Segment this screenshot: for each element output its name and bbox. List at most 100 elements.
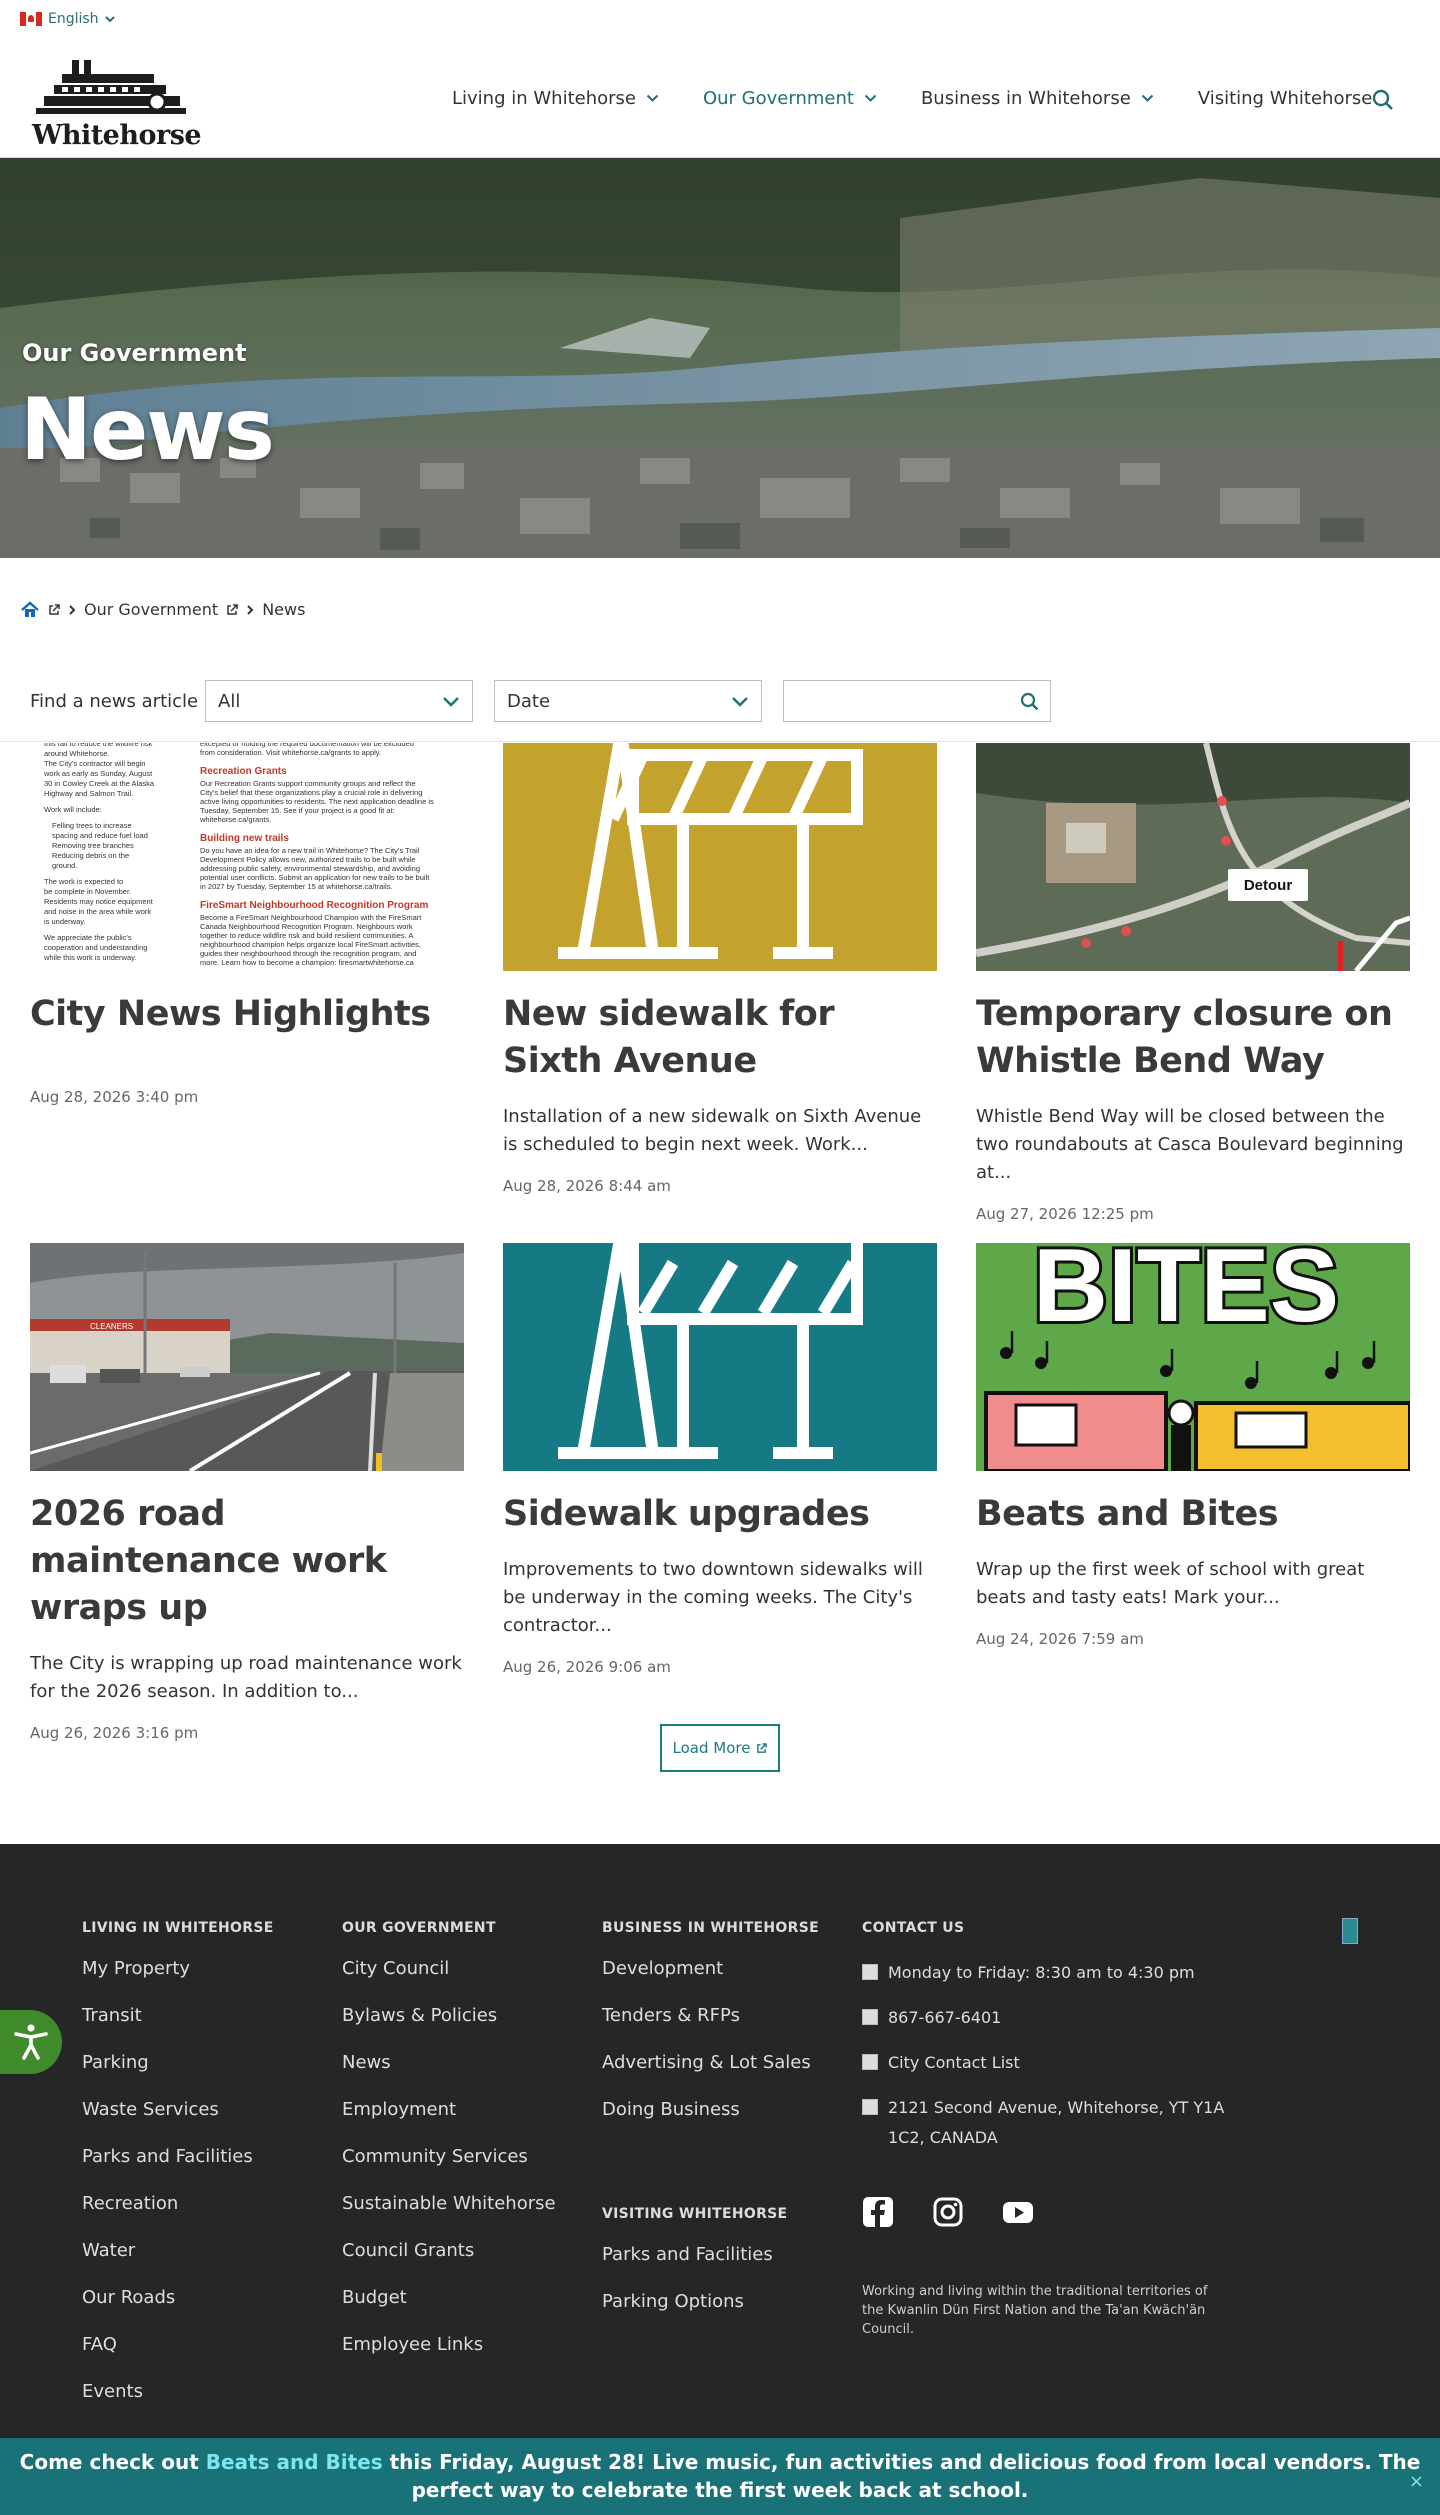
- footer-link[interactable]: Doing Business: [602, 2099, 819, 2146]
- footer-link[interactable]: Transit: [82, 2005, 274, 2052]
- chevron-down-icon: [646, 94, 659, 102]
- list-icon: [862, 2054, 878, 2070]
- footer-link[interactable]: Waste Services: [82, 2099, 274, 2146]
- footer-link[interactable]: Community Services: [342, 2146, 556, 2193]
- news-card[interactable]: CLEANERS 2026 road maintenance work wrap…: [30, 1243, 464, 1742]
- newsletter-line: and noise in the area while work: [44, 907, 151, 916]
- footer-col-visiting: VISITING WHITEHORSE Parks and Facilities…: [602, 2206, 787, 2338]
- footer-link[interactable]: Our Roads: [82, 2287, 274, 2334]
- date-select[interactable]: Date: [494, 680, 762, 722]
- footer-link[interactable]: Sustainable Whitehorse: [342, 2193, 556, 2240]
- news-card-title[interactable]: City News Highlights: [30, 991, 464, 1038]
- footer-link[interactable]: Council Grants: [342, 2240, 556, 2287]
- nav-business[interactable]: Business in Whitehorse: [921, 88, 1154, 109]
- footer-link[interactable]: Parks and Facilities: [602, 2244, 787, 2291]
- map-thumbnail: Detour: [976, 743, 1410, 971]
- contact-address-text: 2121 Second Avenue, Whitehorse, YT Y1A 1…: [888, 2098, 1225, 2147]
- steamboat-logo-icon: [36, 60, 186, 114]
- newsletter-image: this fall to reduce the wildfire riskaro…: [43, 743, 434, 967]
- nav-living[interactable]: Living in Whitehorse: [452, 88, 659, 109]
- banner-link[interactable]: Beats and Bites: [206, 2450, 383, 2474]
- contact-list-text[interactable]: City Contact List: [888, 2048, 1020, 2078]
- accessibility-button[interactable]: [0, 2010, 62, 2074]
- search-icon[interactable]: [1020, 692, 1040, 712]
- clock-icon: [862, 1964, 878, 1980]
- footer-link[interactable]: Recreation: [82, 2193, 274, 2240]
- newsletter-line: Felling trees to increase: [52, 821, 132, 830]
- footer-link[interactable]: Budget: [342, 2287, 556, 2334]
- footer-link[interactable]: Parking Options: [602, 2291, 787, 2338]
- footer-contact: CONTACT US Monday to Friday: 8:30 am to …: [862, 1920, 1242, 2168]
- footer-col-government: OUR GOVERNMENT City Council Bylaws & Poli…: [342, 1920, 556, 2381]
- newsletter-line: neighbourhood champion helps organize lo…: [200, 940, 421, 949]
- footer-link[interactable]: Employment: [342, 2099, 556, 2146]
- news-card-date: Aug 28, 2026 8:44 am: [503, 1177, 671, 1195]
- external-link-icon: [757, 1742, 768, 1753]
- footer-col-business: BUSINESS IN WHITEHORSE Development Tender…: [602, 1920, 819, 2146]
- instagram-icon[interactable]: [932, 2196, 964, 2228]
- load-more-label: Load More: [672, 1739, 751, 1757]
- territory-acknowledgement: Working and living within the traditiona…: [862, 2284, 1208, 2337]
- footer-link[interactable]: Tenders & RFPs: [602, 2005, 819, 2052]
- search-icon[interactable]: [1372, 89, 1394, 111]
- newsletter-line: while this work is underway.: [43, 953, 136, 962]
- youtube-icon[interactable]: [1002, 2196, 1034, 2228]
- nav-visiting[interactable]: Visiting Whitehorse: [1198, 88, 1373, 109]
- footer-link[interactable]: Events: [82, 2381, 274, 2428]
- news-card[interactable]: New sidewalk for Sixth Avenue Installati…: [503, 743, 937, 1195]
- news-card-title[interactable]: 2026 road maintenance work wraps up: [30, 1491, 464, 1632]
- nav-business-label: Business in Whitehorse: [920, 88, 1131, 109]
- news-card[interactable]: Sidewalk upgrades Improvements to two do…: [503, 1243, 937, 1676]
- footer-link[interactable]: Parks and Facilities: [82, 2146, 274, 2193]
- news-card[interactable]: this fall to reduce the wildfire risk aro…: [30, 743, 464, 1106]
- nav-government[interactable]: Our Government: [703, 88, 877, 109]
- social-links: [862, 2196, 1034, 2228]
- footer-link[interactable]: Development: [602, 1958, 819, 2005]
- newsletter-line: ground.: [52, 861, 77, 870]
- newsletter-line: FireSmart Neighbourhood Recognition Prog…: [200, 900, 428, 911]
- newsletter-line: Become a FireSmart Neighbourhood Champio…: [200, 913, 422, 922]
- close-icon[interactable]: ×: [1409, 2468, 1424, 2496]
- chevron-right-icon: [69, 604, 76, 615]
- chevron-down-icon: [443, 697, 459, 707]
- news-card[interactable]: Detour Temporary closure on Whistle Bend…: [976, 743, 1410, 1223]
- newsletter-line: Building new trails: [200, 833, 289, 844]
- category-select[interactable]: All: [205, 680, 473, 722]
- banner-text-end: this Friday, August 28! Live music, fun …: [382, 2450, 1421, 2502]
- contact-phone[interactable]: 867-667-6401: [862, 2003, 1242, 2033]
- newsletter-line: whitehorse.ca/grants.: [199, 815, 271, 824]
- contact-list[interactable]: City Contact List: [862, 2048, 1242, 2078]
- breadcrumb-section[interactable]: Our Government: [84, 600, 218, 619]
- footer-link[interactable]: Water: [82, 2240, 274, 2287]
- news-card-title[interactable]: Temporary closure on Whistle Bend Way: [976, 991, 1410, 1085]
- footer-link[interactable]: City Council: [342, 1958, 556, 2005]
- news-card-title[interactable]: Sidewalk upgrades: [503, 1491, 937, 1538]
- facebook-icon[interactable]: [862, 2196, 894, 2228]
- language-selector[interactable]: English: [20, 11, 115, 27]
- footer-link[interactable]: My Property: [82, 1958, 274, 2005]
- footer-link[interactable]: News: [342, 2052, 556, 2099]
- footer-link[interactable]: Employee Links: [342, 2334, 556, 2381]
- newsletter-line: this fall to reduce the wildfire risk: [44, 743, 153, 748]
- poster-text: BITES: [1033, 1243, 1339, 1344]
- footer-link[interactable]: Advertising & Lot Sales: [602, 2052, 819, 2099]
- construction-thumbnail: [503, 1243, 937, 1471]
- news-card-title[interactable]: New sidewalk for Sixth Avenue: [503, 991, 937, 1085]
- site-logo[interactable]: Whitehorse: [32, 58, 202, 151]
- news-search-input[interactable]: [783, 680, 1051, 722]
- location-icon: [862, 2099, 878, 2115]
- contact-phone-text[interactable]: 867-667-6401: [888, 2003, 1001, 2033]
- news-card-title[interactable]: Beats and Bites: [976, 1491, 1410, 1538]
- load-more-button[interactable]: Load More: [660, 1724, 780, 1772]
- home-icon[interactable]: [20, 600, 40, 619]
- nav-living-label: Living in Whitehorse: [452, 88, 636, 109]
- traffic-cone-barrier-icon: [558, 743, 863, 959]
- newsletter-line: spacing and reduce fuel load: [52, 831, 148, 840]
- news-card[interactable]: BITES Beats and Bites Wrap up the first …: [976, 1243, 1410, 1648]
- banner-text-start: Come check out: [19, 2450, 206, 2474]
- footer-link[interactable]: FAQ: [82, 2334, 274, 2381]
- footer-heading: CONTACT US: [862, 1920, 965, 1936]
- footer-link[interactable]: Parking: [82, 2052, 274, 2099]
- footer-link[interactable]: Bylaws & Policies: [342, 2005, 556, 2052]
- announcement-banner: Come check out Beats and Bites this Frid…: [0, 2438, 1440, 2515]
